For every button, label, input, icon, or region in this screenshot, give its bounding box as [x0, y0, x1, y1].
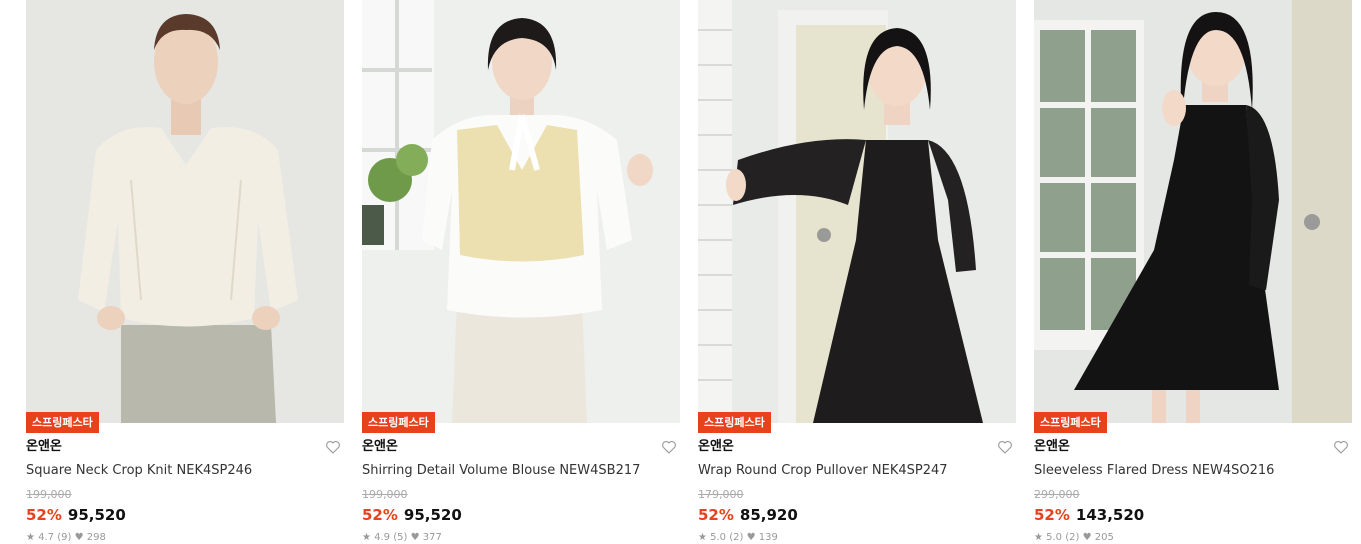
product-name[interactable]: Square Neck Crop Knit NEK4SP246	[26, 462, 344, 480]
rating: ★ 4.7 (9)	[26, 532, 72, 543]
original-price: 199,000	[362, 488, 408, 501]
like-count: ♥ 377	[410, 532, 442, 543]
sale-price: 95,520	[67, 506, 126, 524]
review-meta: ★ 5.0 (2) ♥ 205	[1034, 532, 1114, 544]
rating: ★ 5.0 (2)	[698, 532, 744, 543]
promo-badge: 스프링페스타	[26, 412, 99, 433]
discount-rate: 52%	[362, 506, 398, 524]
price-line: 52% 85,920	[698, 505, 798, 525]
brand-name: 온앤온	[26, 439, 62, 454]
product-image[interactable]	[362, 0, 680, 423]
product-card[interactable]: 스프링페스타 온앤온 Sleeveless Flared Dress NEW4S…	[1034, 0, 1352, 543]
price-line: 52% 95,520	[26, 505, 126, 525]
like-count: ♥ 139	[746, 532, 778, 543]
promo-badge: 스프링페스타	[698, 412, 771, 433]
sale-price: 85,920	[739, 506, 798, 524]
rating: ★ 5.0 (2)	[1034, 532, 1080, 543]
product-image[interactable]	[26, 0, 344, 423]
review-meta: ★ 4.7 (9) ♥ 298	[26, 532, 106, 544]
sale-price: 95,520	[403, 506, 462, 524]
review-meta: ★ 5.0 (2) ♥ 139	[698, 532, 778, 544]
product-image[interactable]	[1034, 0, 1352, 423]
brand-name: 온앤온	[698, 439, 734, 454]
discount-rate: 52%	[1034, 506, 1070, 524]
product-card[interactable]: 스프링페스타 온앤온 Square Neck Crop Knit NEK4SP2…	[26, 0, 344, 543]
discount-rate: 52%	[26, 506, 62, 524]
product-image[interactable]	[698, 0, 1016, 423]
product-name[interactable]: Wrap Round Crop Pullover NEK4SP247	[698, 462, 1016, 480]
product-card[interactable]: 스프링페스타 온앤온 Wrap Round Crop Pullover NEK4…	[698, 0, 1016, 543]
price-line: 52% 143,520	[1034, 505, 1144, 525]
product-name[interactable]: Sleeveless Flared Dress NEW4SO216	[1034, 462, 1352, 480]
like-count: ♥ 298	[74, 532, 106, 543]
product-grid: 스프링페스타 온앤온 Square Neck Crop Knit NEK4SP2…	[0, 0, 1361, 543]
like-count: ♥ 205	[1082, 532, 1114, 543]
discount-rate: 52%	[698, 506, 734, 524]
product-photo	[1034, 0, 1352, 423]
product-photo	[26, 0, 344, 423]
heart-icon[interactable]	[996, 438, 1014, 456]
original-price: 179,000	[698, 488, 744, 501]
brand-name: 온앤온	[362, 439, 398, 454]
original-price: 299,000	[1034, 488, 1080, 501]
product-card[interactable]: 스프링페스타 온앤온 Shirring Detail Volume Blouse…	[362, 0, 680, 543]
promo-badge: 스프링페스타	[1034, 412, 1107, 433]
heart-icon[interactable]	[660, 438, 678, 456]
brand-name: 온앤온	[1034, 439, 1070, 454]
product-photo	[698, 0, 1016, 423]
heart-icon[interactable]	[324, 438, 342, 456]
heart-icon[interactable]	[1332, 438, 1350, 456]
review-meta: ★ 4.9 (5) ♥ 377	[362, 532, 442, 544]
original-price: 199,000	[26, 488, 72, 501]
price-line: 52% 95,520	[362, 505, 462, 525]
rating: ★ 4.9 (5)	[362, 532, 408, 543]
promo-badge: 스프링페스타	[362, 412, 435, 433]
product-photo	[362, 0, 680, 423]
sale-price: 143,520	[1075, 506, 1145, 524]
product-name[interactable]: Shirring Detail Volume Blouse NEW4SB217	[362, 462, 680, 480]
